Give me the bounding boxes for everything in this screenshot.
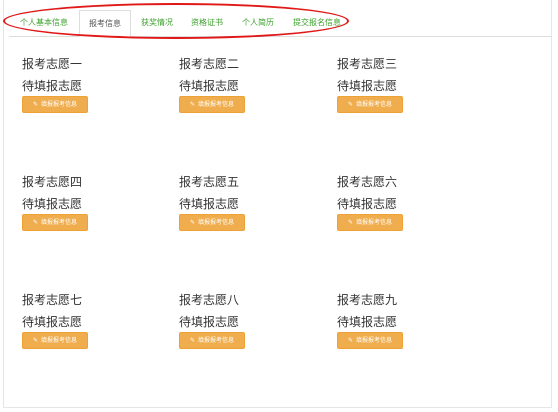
- fill-application-button[interactable]: ✎ 填报报考信息: [179, 96, 245, 113]
- fill-button-label: 填报报考信息: [356, 101, 393, 108]
- choice-title: 报考志愿八: [179, 293, 240, 307]
- choice-card: 报考志愿二 待填报志愿 ✎ 填报报考信息: [179, 55, 309, 115]
- choice-status: 待填报志愿: [179, 315, 240, 329]
- tab-certificates[interactable]: 资格证书: [183, 10, 231, 36]
- edit-icon: ✎: [347, 219, 353, 226]
- tab-resume[interactable]: 个人简历: [234, 10, 282, 36]
- choice-card: 报考志愿六 待填报志愿 ✎ 填报报考信息: [337, 173, 467, 233]
- edit-icon: ✎: [189, 219, 195, 226]
- choice-status: 待填报志愿: [22, 197, 83, 211]
- tab-submit-application[interactable]: 提交报名信息: [285, 10, 349, 36]
- fill-button-label: 填报报考信息: [41, 219, 78, 226]
- tab-application-info[interactable]: 报考信息: [79, 10, 131, 37]
- edit-icon: ✎: [32, 219, 38, 226]
- choice-card: 报考志愿七 待填报志愿 ✎ 填报报考信息: [22, 291, 152, 351]
- fill-application-button[interactable]: ✎ 填报报考信息: [337, 332, 403, 349]
- tab-awards[interactable]: 获奖情况: [133, 10, 181, 36]
- choice-status: 待填报志愿: [337, 79, 398, 93]
- choice-title: 报考志愿六: [337, 175, 398, 189]
- edit-icon: ✎: [189, 337, 195, 344]
- choice-card: 报考志愿五 待填报志愿 ✎ 填报报考信息: [179, 173, 309, 233]
- fill-application-button[interactable]: ✎ 填报报考信息: [337, 214, 403, 231]
- fill-button-label: 填报报考信息: [41, 101, 78, 108]
- fill-application-button[interactable]: ✎ 填报报考信息: [22, 214, 88, 231]
- choice-title: 报考志愿一: [22, 57, 83, 71]
- edit-icon: ✎: [32, 101, 38, 108]
- fill-button-label: 填报报考信息: [198, 101, 235, 108]
- choice-title: 报考志愿三: [337, 57, 398, 71]
- tab-bar: 个人基本信息 报考信息 获奖情况 资格证书 个人简历 提交报名信息: [9, 10, 552, 37]
- choice-status: 待填报志愿: [337, 315, 398, 329]
- fill-button-label: 填报报考信息: [198, 219, 235, 226]
- choice-status: 待填报志愿: [179, 197, 240, 211]
- choice-status: 待填报志愿: [22, 79, 83, 93]
- edit-icon: ✎: [347, 101, 353, 108]
- tab-personal-info[interactable]: 个人基本信息: [11, 10, 77, 36]
- choice-status: 待填报志愿: [337, 197, 398, 211]
- edit-icon: ✎: [189, 101, 195, 108]
- choice-card: 报考志愿九 待填报志愿 ✎ 填报报考信息: [337, 291, 467, 351]
- fill-button-label: 填报报考信息: [356, 337, 393, 344]
- fill-button-label: 填报报考信息: [356, 219, 393, 226]
- fill-application-button[interactable]: ✎ 填报报考信息: [179, 332, 245, 349]
- edit-icon: ✎: [32, 337, 38, 344]
- fill-button-label: 填报报考信息: [41, 337, 78, 344]
- edit-icon: ✎: [347, 337, 353, 344]
- choice-card: 报考志愿三 待填报志愿 ✎ 填报报考信息: [337, 55, 467, 115]
- choice-title: 报考志愿七: [22, 293, 83, 307]
- choice-card: 报考志愿八 待填报志愿 ✎ 填报报考信息: [179, 291, 309, 351]
- fill-application-button[interactable]: ✎ 填报报考信息: [337, 96, 403, 113]
- fill-application-button[interactable]: ✎ 填报报考信息: [22, 96, 88, 113]
- fill-button-label: 填报报考信息: [198, 337, 235, 344]
- choice-title: 报考志愿四: [22, 175, 83, 189]
- choice-card: 报考志愿四 待填报志愿 ✎ 填报报考信息: [22, 173, 152, 233]
- choice-status: 待填报志愿: [22, 315, 83, 329]
- choice-card: 报考志愿一 待填报志愿 ✎ 填报报考信息: [22, 55, 152, 115]
- choice-title: 报考志愿二: [179, 57, 240, 71]
- choice-title: 报考志愿九: [337, 293, 398, 307]
- choice-title: 报考志愿五: [179, 175, 240, 189]
- fill-application-button[interactable]: ✎ 填报报考信息: [22, 332, 88, 349]
- fill-application-button[interactable]: ✎ 填报报考信息: [179, 214, 245, 231]
- choice-status: 待填报志愿: [179, 79, 240, 93]
